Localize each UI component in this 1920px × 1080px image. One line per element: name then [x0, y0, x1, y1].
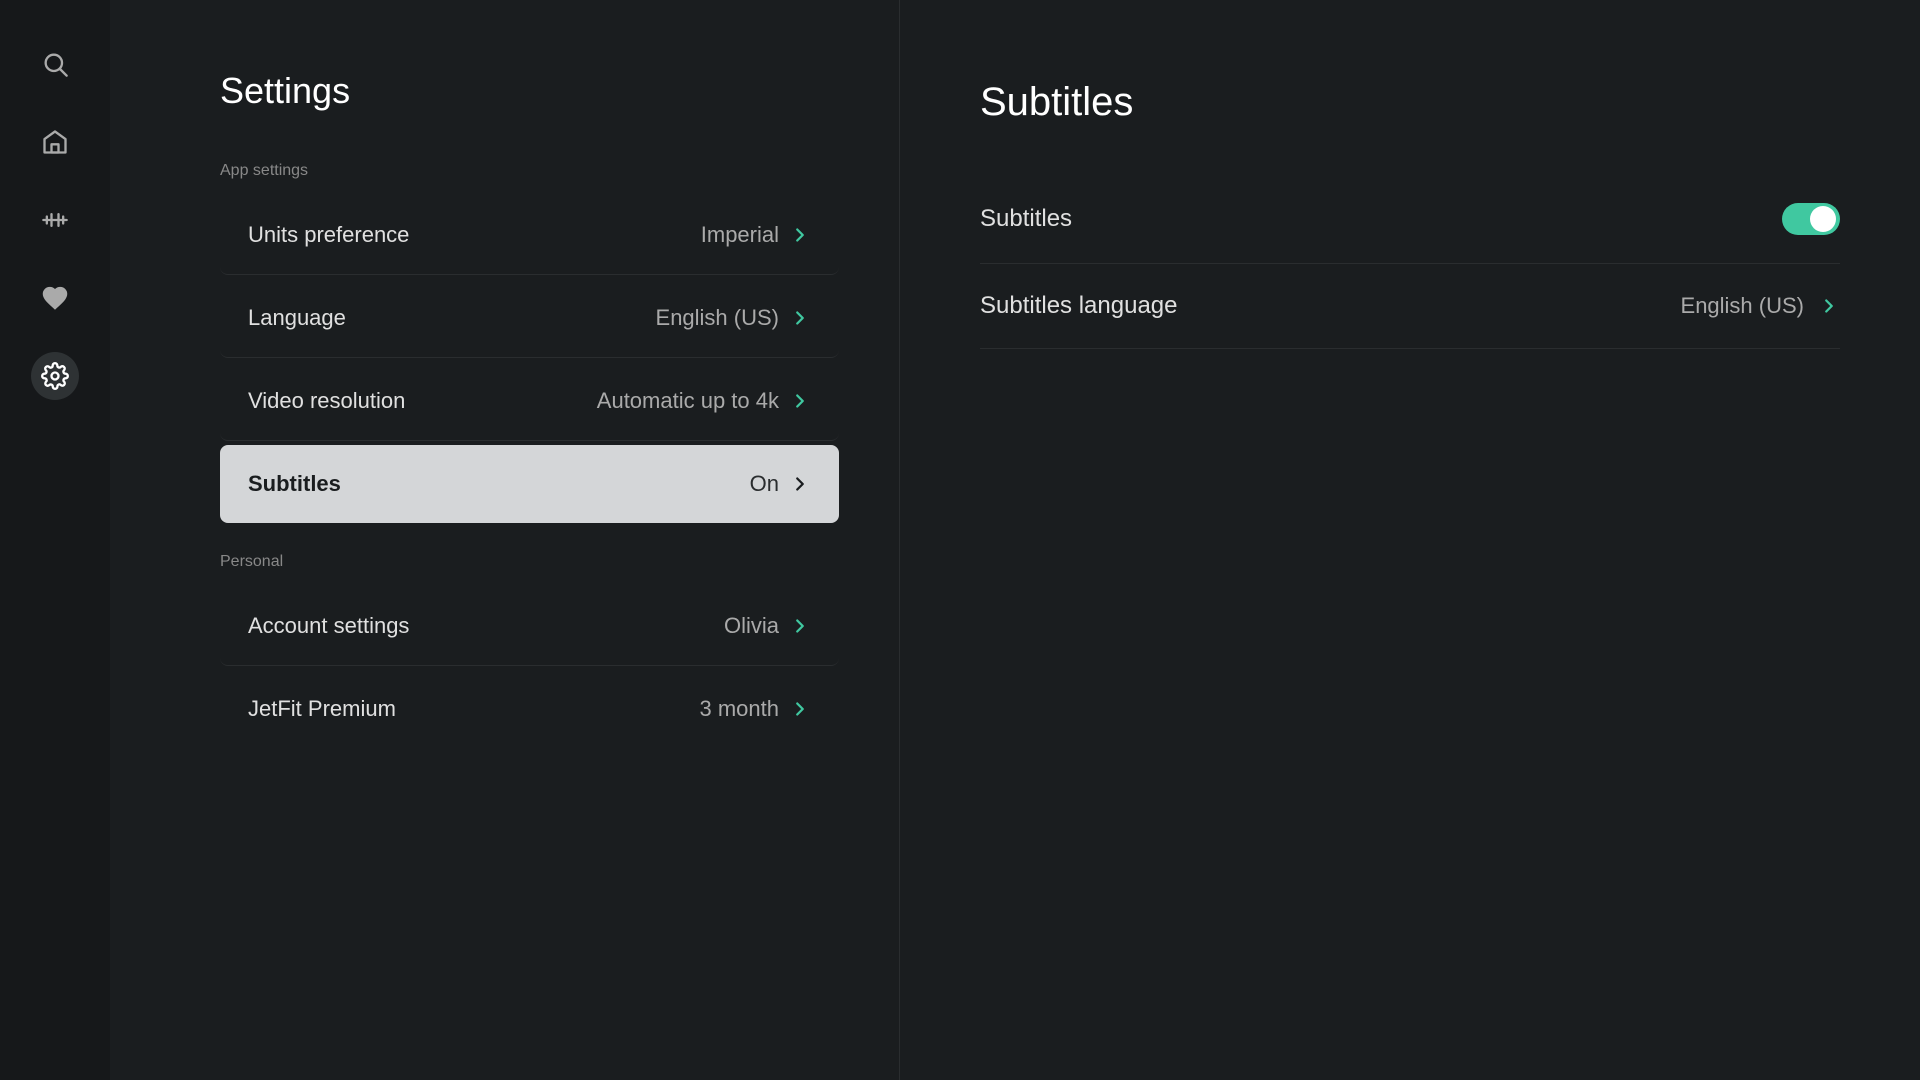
sidebar	[0, 0, 110, 1080]
language-label: Language	[248, 305, 346, 331]
settings-item-language[interactable]: Language English (US)	[220, 279, 839, 358]
settings-item-video-resolution[interactable]: Video resolution Automatic up to 4k	[220, 362, 839, 441]
video-resolution-right: Automatic up to 4k	[597, 388, 811, 414]
units-value: Imperial	[701, 222, 779, 248]
video-resolution-chevron-icon	[789, 390, 811, 412]
subtitles-toggle[interactable]	[1782, 203, 1840, 235]
settings-item-units[interactable]: Units preference Imperial	[220, 196, 839, 275]
right-item-subtitles-language[interactable]: Subtitles language English (US)	[980, 264, 1840, 349]
right-item-subtitles[interactable]: Subtitles	[980, 175, 1840, 264]
right-subtitles-language-label: Subtitles language	[980, 292, 1177, 320]
personal-label: Personal	[220, 553, 839, 571]
right-panel: Subtitles Subtitles Subtitles language E…	[900, 0, 1920, 1080]
account-label: Account settings	[248, 613, 409, 639]
sidebar-item-settings[interactable]	[31, 352, 79, 400]
personal-settings-list: Account settings Olivia JetFit Premium 3…	[220, 587, 839, 748]
settings-item-account[interactable]: Account settings Olivia	[220, 587, 839, 666]
video-resolution-label: Video resolution	[248, 388, 405, 414]
right-settings-list: Subtitles Subtitles language English (US…	[980, 175, 1840, 349]
premium-label: JetFit Premium	[248, 696, 396, 722]
account-right: Olivia	[724, 613, 811, 639]
sidebar-item-favorites[interactable]	[31, 274, 79, 322]
language-chevron-icon	[789, 307, 811, 329]
language-right: English (US)	[656, 305, 811, 331]
settings-item-subtitles[interactable]: Subtitles On	[220, 445, 839, 523]
right-subtitles-label: Subtitles	[980, 205, 1072, 233]
account-chevron-icon	[789, 615, 811, 637]
right-subtitles-language-right: English (US)	[1681, 293, 1840, 319]
right-subtitles-right	[1782, 203, 1840, 235]
left-panel: Settings App settings Units preference I…	[110, 0, 900, 1080]
toggle-knob	[1810, 206, 1836, 232]
subtitles-right: On	[750, 471, 811, 497]
language-value: English (US)	[656, 305, 779, 331]
units-chevron-icon	[789, 224, 811, 246]
account-value: Olivia	[724, 613, 779, 639]
right-subtitles-language-value: English (US)	[1681, 293, 1804, 319]
page-title: Settings	[220, 70, 839, 112]
subtitles-chevron-icon	[789, 473, 811, 495]
premium-value: 3 month	[700, 696, 780, 722]
sidebar-item-search[interactable]	[31, 40, 79, 88]
subtitles-label: Subtitles	[248, 471, 341, 497]
app-settings-label: App settings	[220, 162, 839, 180]
subtitles-language-chevron-icon	[1818, 295, 1840, 317]
units-label: Units preference	[248, 222, 409, 248]
premium-chevron-icon	[789, 698, 811, 720]
app-settings-list: Units preference Imperial Language Engli…	[220, 196, 839, 523]
premium-right: 3 month	[700, 696, 812, 722]
units-right: Imperial	[701, 222, 811, 248]
sidebar-item-home[interactable]	[31, 118, 79, 166]
right-panel-title: Subtitles	[980, 80, 1840, 125]
subtitles-value: On	[750, 471, 779, 497]
video-resolution-value: Automatic up to 4k	[597, 388, 779, 414]
sidebar-item-workout[interactable]	[31, 196, 79, 244]
settings-item-premium[interactable]: JetFit Premium 3 month	[220, 670, 839, 748]
